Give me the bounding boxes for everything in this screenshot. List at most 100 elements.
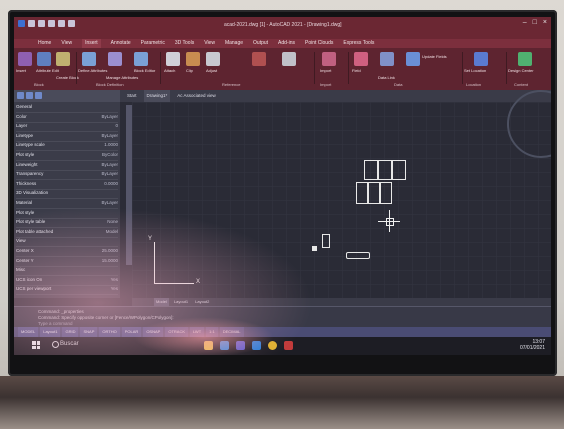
search-icon[interactable] xyxy=(52,341,59,348)
tab-parametric[interactable]: Parametric xyxy=(141,39,165,48)
property-row[interactable]: Plot table attached Model xyxy=(16,229,118,238)
layout-tab-model[interactable]: Model xyxy=(154,298,169,306)
property-label: Plot style xyxy=(16,209,35,215)
maximize-button[interactable]: □ xyxy=(533,19,537,26)
import-tool-icon[interactable] xyxy=(282,52,296,66)
status-snap[interactable]: SNAP xyxy=(80,327,98,337)
manage-attributes-icon[interactable] xyxy=(108,52,122,66)
property-row[interactable]: 3D Visualization xyxy=(16,190,118,200)
status-layout1[interactable]: Layout1 xyxy=(40,327,61,337)
doc-tab-associated-view[interactable]: Ac Associated view xyxy=(174,90,219,102)
property-label: Plot table attached xyxy=(16,228,54,234)
drawing-entity-block[interactable] xyxy=(380,182,392,204)
status-ortho[interactable]: ORTHO xyxy=(99,327,120,337)
tab-3d-tools[interactable]: 3D Tools xyxy=(175,39,194,48)
data-link-icon[interactable] xyxy=(380,52,394,66)
layout-tab-layout2[interactable]: Layout2 xyxy=(193,298,211,306)
set-location-icon[interactable] xyxy=(474,52,488,66)
screen-glare xyxy=(134,317,274,355)
tab-add-ins[interactable]: Add-ins xyxy=(278,39,295,48)
command-line[interactable]: Command: _properties Command: Specify op… xyxy=(14,306,551,328)
clock-date: 07/01/2021 xyxy=(519,345,545,351)
drawing-canvas[interactable]: Y X xyxy=(132,90,551,298)
property-row[interactable]: View xyxy=(16,238,118,248)
property-row[interactable]: Linetype scale 1.0000 xyxy=(16,142,118,152)
ribbon-separator xyxy=(506,52,507,84)
property-row[interactable]: UCS per viewport Yes xyxy=(16,286,118,296)
tab-home[interactable]: Home xyxy=(38,39,51,48)
drawing-entity-small[interactable] xyxy=(322,234,330,248)
property-row[interactable]: UCS icon On Yes xyxy=(16,277,118,286)
property-label: View xyxy=(16,238,26,244)
property-row[interactable]: Plot style xyxy=(16,210,118,219)
tab-view-2[interactable]: View xyxy=(204,39,215,48)
property-value: 1.0000 xyxy=(104,142,118,148)
open-file-icon[interactable] xyxy=(38,20,45,27)
block-editor-icon[interactable] xyxy=(134,52,148,66)
property-row[interactable]: General xyxy=(16,104,118,113)
undo-icon[interactable] xyxy=(58,20,65,27)
tab-view[interactable]: View xyxy=(61,39,72,48)
taskbar-search-box[interactable]: Buscar xyxy=(60,341,79,347)
drawing-entity-block[interactable] xyxy=(368,182,380,204)
drawing-entity-bar[interactable] xyxy=(346,252,370,259)
attribute-edit-icon[interactable] xyxy=(37,52,51,66)
select-objects-icon[interactable] xyxy=(17,92,24,99)
status-model[interactable]: MODEL xyxy=(18,327,39,337)
ribbon-tab-bar: Home View Insert Annotate Parametric 3D … xyxy=(14,39,551,48)
property-row[interactable]: Layer 0 xyxy=(16,123,118,133)
autocad-icon[interactable] xyxy=(284,341,293,350)
close-button[interactable]: × xyxy=(543,19,547,26)
property-row[interactable]: Misc xyxy=(16,267,118,277)
insert-block-icon[interactable] xyxy=(18,52,32,66)
property-row[interactable]: Color ByLayer xyxy=(16,114,118,123)
adjust-icon[interactable] xyxy=(206,52,220,66)
drawing-entity-block[interactable] xyxy=(378,160,392,180)
status-grid[interactable]: GRID xyxy=(62,327,79,337)
tab-manage[interactable]: Manage xyxy=(225,39,243,48)
property-row[interactable]: Plot style ByColor xyxy=(16,152,118,161)
group-name-block-definition: Block Definition xyxy=(96,82,124,87)
tab-express-tools[interactable]: Express Tools xyxy=(343,39,374,48)
attach-icon[interactable] xyxy=(166,52,180,66)
app-menu-icon[interactable] xyxy=(18,20,25,27)
drawing-entity-block[interactable] xyxy=(364,160,378,180)
tab-insert[interactable]: Insert xyxy=(82,39,101,48)
doc-tab-start[interactable]: Start xyxy=(124,90,140,102)
quick-access-toolbar xyxy=(18,20,75,27)
property-row[interactable]: Thickness 0.0000 xyxy=(16,181,118,190)
tab-point-clouds[interactable]: Point Clouds xyxy=(305,39,333,48)
new-file-icon[interactable] xyxy=(28,20,35,27)
command-history-line: Command: _properties xyxy=(38,309,84,314)
property-row[interactable]: Linetype ByLayer xyxy=(16,133,118,142)
drawing-entity-point[interactable] xyxy=(312,246,317,251)
property-row[interactable]: Center Y 15.0000 xyxy=(16,258,118,267)
create-block-icon[interactable] xyxy=(56,52,70,66)
property-row[interactable]: Material ByLayer xyxy=(16,200,118,209)
clip-icon[interactable] xyxy=(186,52,200,66)
property-row[interactable]: Lineweight ByLayer xyxy=(16,162,118,171)
import-icon[interactable] xyxy=(322,52,336,66)
command-input[interactable]: Type a command xyxy=(38,321,73,326)
design-center-icon[interactable] xyxy=(518,52,532,66)
property-row[interactable]: Transparency ByLayer xyxy=(16,171,118,181)
save-icon[interactable] xyxy=(48,20,55,27)
tab-annotate[interactable]: Annotate xyxy=(111,39,131,48)
redo-icon[interactable] xyxy=(68,20,75,27)
quick-select-icon[interactable] xyxy=(26,92,33,99)
reference-tool-icon[interactable] xyxy=(252,52,266,66)
field-icon[interactable] xyxy=(354,52,368,66)
drawing-entity-block[interactable] xyxy=(392,160,406,180)
minimize-button[interactable]: – xyxy=(523,19,527,26)
drawing-entity-block[interactable] xyxy=(356,182,368,204)
layout-tab-layout1[interactable]: Layout1 xyxy=(172,298,190,306)
property-row[interactable]: Center X 25.0000 xyxy=(16,248,118,257)
tab-output[interactable]: Output xyxy=(253,39,268,48)
update-fields-icon[interactable] xyxy=(406,52,420,66)
system-tray-clock[interactable]: 13:07 07/01/2021 xyxy=(520,339,545,351)
toggle-pickadd-icon[interactable] xyxy=(35,92,42,99)
doc-tab-drawing1[interactable]: Drawing1* xyxy=(143,90,171,102)
property-row[interactable]: Plot style table None xyxy=(16,219,118,229)
define-attributes-icon[interactable] xyxy=(82,52,96,66)
windows-start-icon[interactable] xyxy=(32,341,40,349)
